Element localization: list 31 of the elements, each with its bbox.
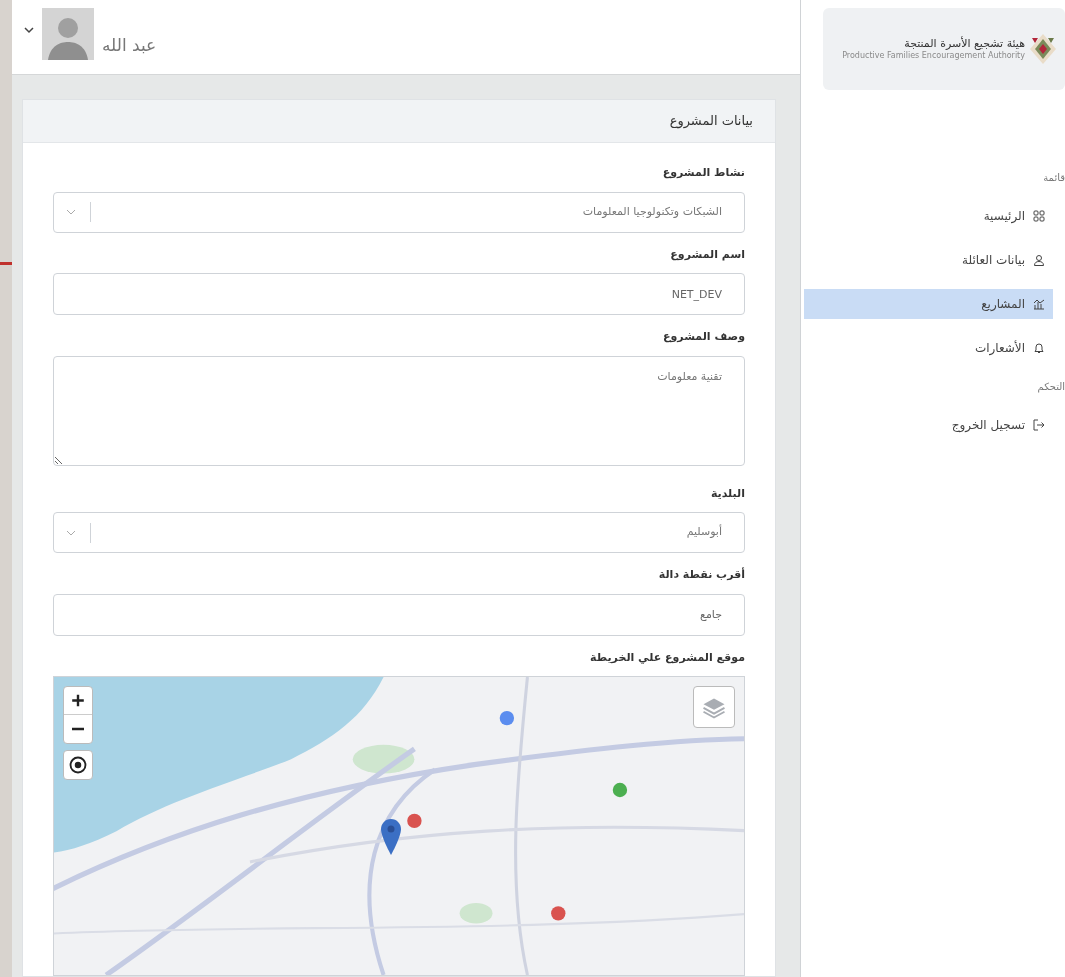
- chevron-down-icon[interactable]: [24, 26, 34, 34]
- field-label: البلدية: [709, 485, 745, 502]
- card-title: بيانات المشروع: [669, 112, 753, 131]
- input-field[interactable]: NET_DEV: [53, 273, 745, 315]
- sidebar-item[interactable]: المشاريع: [804, 289, 1053, 319]
- user-icon: [1033, 254, 1045, 266]
- chart-icon: [1033, 298, 1045, 310]
- bell-icon: [1033, 342, 1045, 354]
- field-label: اسم المشروع: [669, 246, 745, 263]
- sidebar-item[interactable]: الأشعارات: [804, 333, 1053, 363]
- locate-icon[interactable]: [63, 750, 93, 780]
- user-name: عبد الله: [102, 34, 157, 58]
- section-title: التحكم: [1036, 380, 1065, 394]
- sidebar-item[interactable]: الرئيسية: [804, 201, 1053, 231]
- map-pin-icon: [380, 818, 402, 856]
- logo-title: هيئة تشجيع الأسرة المنتجة: [903, 37, 1025, 51]
- section-title: قائمة: [1042, 171, 1065, 185]
- textarea-field[interactable]: تقنية معلومات: [53, 355, 745, 466]
- sidebar-item[interactable]: بيانات العائلة: [804, 245, 1053, 275]
- field-label: نشاط المشروع: [661, 165, 745, 181]
- logo-subtitle: Productive Families Encouragement Authority: [842, 50, 1025, 61]
- sidebar-item[interactable]: تسجيل الخروج: [804, 410, 1053, 440]
- field-label: وصف المشروع: [661, 329, 745, 345]
- input-field[interactable]: جامع: [53, 593, 745, 636]
- field-label: أقرب نقطة دالة: [657, 567, 745, 583]
- logout-icon: [1033, 419, 1045, 431]
- select-field[interactable]: أبوسليم: [53, 512, 745, 553]
- field-label: موقع المشروع علي الخريطة: [589, 649, 745, 666]
- logo-icon: [1029, 33, 1057, 65]
- select-field[interactable]: الشبكات وتكنولوجيا المعلومات: [53, 191, 745, 233]
- grid-icon: [1033, 210, 1045, 222]
